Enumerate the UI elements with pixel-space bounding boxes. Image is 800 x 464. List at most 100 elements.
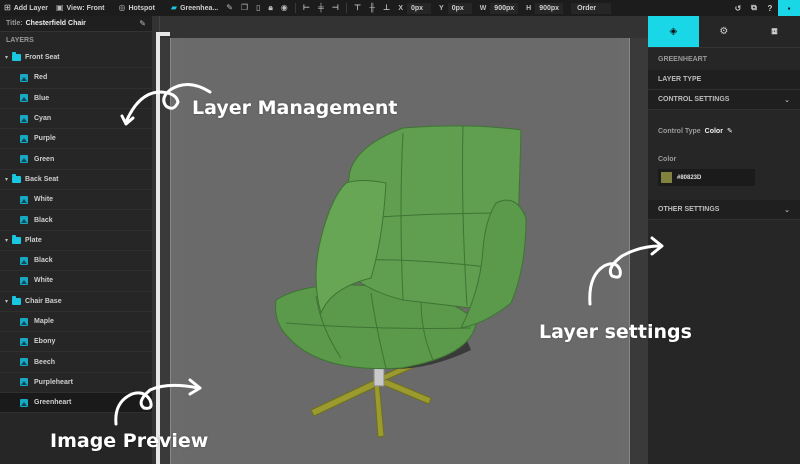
chevron-down-icon[interactable]: ⌄ <box>784 206 790 214</box>
history-icon[interactable]: ↺ <box>730 4 746 13</box>
copy-icon[interactable]: ❐ <box>237 4 252 12</box>
align-bottom-icon[interactable]: ⊥ <box>379 4 394 12</box>
chevron-down-icon[interactable]: ▾ <box>5 54 8 61</box>
save-button[interactable]: ▪ <box>778 0 800 16</box>
curved-arrow-icon <box>588 236 664 306</box>
align-right-icon[interactable]: ⊣ <box>328 4 343 12</box>
image-icon <box>20 317 28 326</box>
hotspot-button[interactable]: ◎ Hotspot <box>114 0 158 16</box>
width-field[interactable]: W 900px <box>476 2 522 14</box>
color-hex-value[interactable]: #80823D <box>677 175 701 181</box>
toolbar-right-actions: ↺ ⧉ ? ▪ <box>730 0 800 16</box>
control-type-row[interactable]: Control Type Color ✎ <box>648 110 800 142</box>
tab-settings[interactable]: ⚙ <box>699 16 750 47</box>
layers-icon: ◈ <box>669 26 678 37</box>
divider <box>346 3 348 13</box>
layer-group-chair-base[interactable]: ▾ Chair Base <box>0 292 152 312</box>
layer-item[interactable]: Black <box>0 210 152 231</box>
layer-item[interactable]: White <box>0 190 152 211</box>
folder-icon <box>12 173 22 183</box>
hotspot-icon: ◎ <box>118 3 126 12</box>
image-icon <box>20 256 28 265</box>
chevron-down-icon[interactable]: ▾ <box>5 237 8 244</box>
layer-type-section[interactable]: LAYER TYPE <box>648 70 800 90</box>
image-icon <box>20 195 28 204</box>
control-settings-section[interactable]: CONTROL SETTINGS ⌄ <box>648 90 800 110</box>
add-layer-icon: ⊞ <box>4 3 11 12</box>
image-icon <box>20 337 28 346</box>
align-left-icon[interactable]: ⊢ <box>299 4 314 12</box>
curved-arrow-icon <box>114 378 202 426</box>
other-settings-section[interactable]: OTHER SETTINGS ⌄ <box>648 200 800 220</box>
duplicate-icon[interactable]: ⧉ <box>746 3 762 13</box>
chevron-down-icon[interactable]: ▾ <box>5 176 8 183</box>
help-icon[interactable]: ? <box>762 4 778 13</box>
layer-name-heading: GREENHEART <box>658 55 708 63</box>
layer-item[interactable]: Green <box>0 149 152 170</box>
color-swatch[interactable] <box>661 172 672 183</box>
edit-title-icon[interactable]: ✎ <box>139 19 146 28</box>
chevron-down-icon[interactable]: ⌄ <box>784 96 790 104</box>
order-field[interactable]: Order <box>571 2 612 14</box>
layer-item[interactable]: Purple <box>0 129 152 150</box>
chair-base <box>310 359 432 438</box>
control-type-value: Color <box>704 127 723 135</box>
image-icon <box>20 134 28 143</box>
layer-group-front-seat[interactable]: ▾ Front Seat <box>0 48 152 69</box>
annotation-layer-settings: Layer settings <box>539 321 692 343</box>
tab-export[interactable]: ⧈ <box>749 16 800 47</box>
canvas-frame-edge <box>156 32 170 36</box>
image-icon <box>20 155 28 164</box>
color-field[interactable]: #80823D <box>658 169 755 186</box>
chevron-down-icon[interactable]: ▾ <box>5 298 8 305</box>
layer-item[interactable]: Beech <box>0 352 152 373</box>
layer-settings-panel: ◈ ⚙ ⧈ GREENHEART LAYER TYPE CONTROL SETT… <box>648 16 800 464</box>
image-icon <box>20 73 28 82</box>
frame-icon: ⧈ <box>771 26 778 37</box>
layer-item[interactable]: Maple <box>0 312 152 333</box>
pencil-icon[interactable]: ✎ <box>727 127 733 135</box>
layer-group-plate[interactable]: ▾ Plate <box>0 231 152 251</box>
image-icon: ▰ <box>170 3 178 12</box>
folder-icon <box>12 234 22 244</box>
layer-item[interactable]: Ebony <box>0 332 152 353</box>
folder-icon <box>12 295 22 305</box>
settings-tabs: ◈ ⚙ ⧈ <box>648 16 800 48</box>
y-position-field[interactable]: Y 0px <box>435 2 476 14</box>
add-layer-button[interactable]: ⊞ Add Layer <box>0 0 52 16</box>
align-center-icon[interactable]: ╪ <box>314 4 328 12</box>
image-icon <box>20 114 28 123</box>
gear-icon: ⚙ <box>719 26 729 37</box>
image-icon <box>20 276 28 285</box>
image-icon <box>20 378 28 387</box>
view-icon: ▣ <box>55 3 64 12</box>
layer-item[interactable]: White <box>0 271 152 292</box>
layer-item[interactable]: Black <box>0 251 152 272</box>
image-icon <box>20 398 28 407</box>
annotation-layer-management: Layer Management <box>192 97 398 119</box>
top-toolbar: ⊞ Add Layer ▣ View: Front ◎ Hotspot ▰ Gr… <box>0 0 800 16</box>
layers-header: LAYERS <box>6 36 34 44</box>
eye-icon[interactable]: ◉ <box>277 4 292 12</box>
view-button[interactable]: ▣ View: Front <box>52 0 109 16</box>
divider <box>294 3 296 13</box>
color-label: Color <box>658 156 677 163</box>
ruler-horizontal <box>160 16 648 38</box>
folder-icon <box>12 52 22 62</box>
image-icon <box>20 358 28 367</box>
current-layer-selector[interactable]: ▰ Greenhea... <box>167 0 222 16</box>
image-preview-canvas[interactable] <box>152 16 648 464</box>
align-top-icon[interactable]: ⊤ <box>350 4 365 12</box>
trash-icon[interactable]: ▯ <box>252 4 264 12</box>
product-title: Chesterfield Chair <box>25 20 86 27</box>
height-field[interactable]: H 900px <box>522 2 567 14</box>
image-icon <box>20 94 28 103</box>
x-position-field[interactable]: X 0px <box>394 2 435 14</box>
layer-group-back-seat[interactable]: ▾ Back Seat <box>0 170 152 191</box>
lock-icon[interactable]: 🔒︎ <box>265 4 277 12</box>
title-row[interactable]: Title: Chesterfield Chair ✎ <box>0 16 152 32</box>
align-middle-icon[interactable]: ╫ <box>365 4 379 12</box>
tab-layers[interactable]: ◈ <box>648 16 699 47</box>
pencil-icon[interactable]: ✎ <box>222 4 237 12</box>
annotation-image-preview: Image Preview <box>50 430 209 452</box>
